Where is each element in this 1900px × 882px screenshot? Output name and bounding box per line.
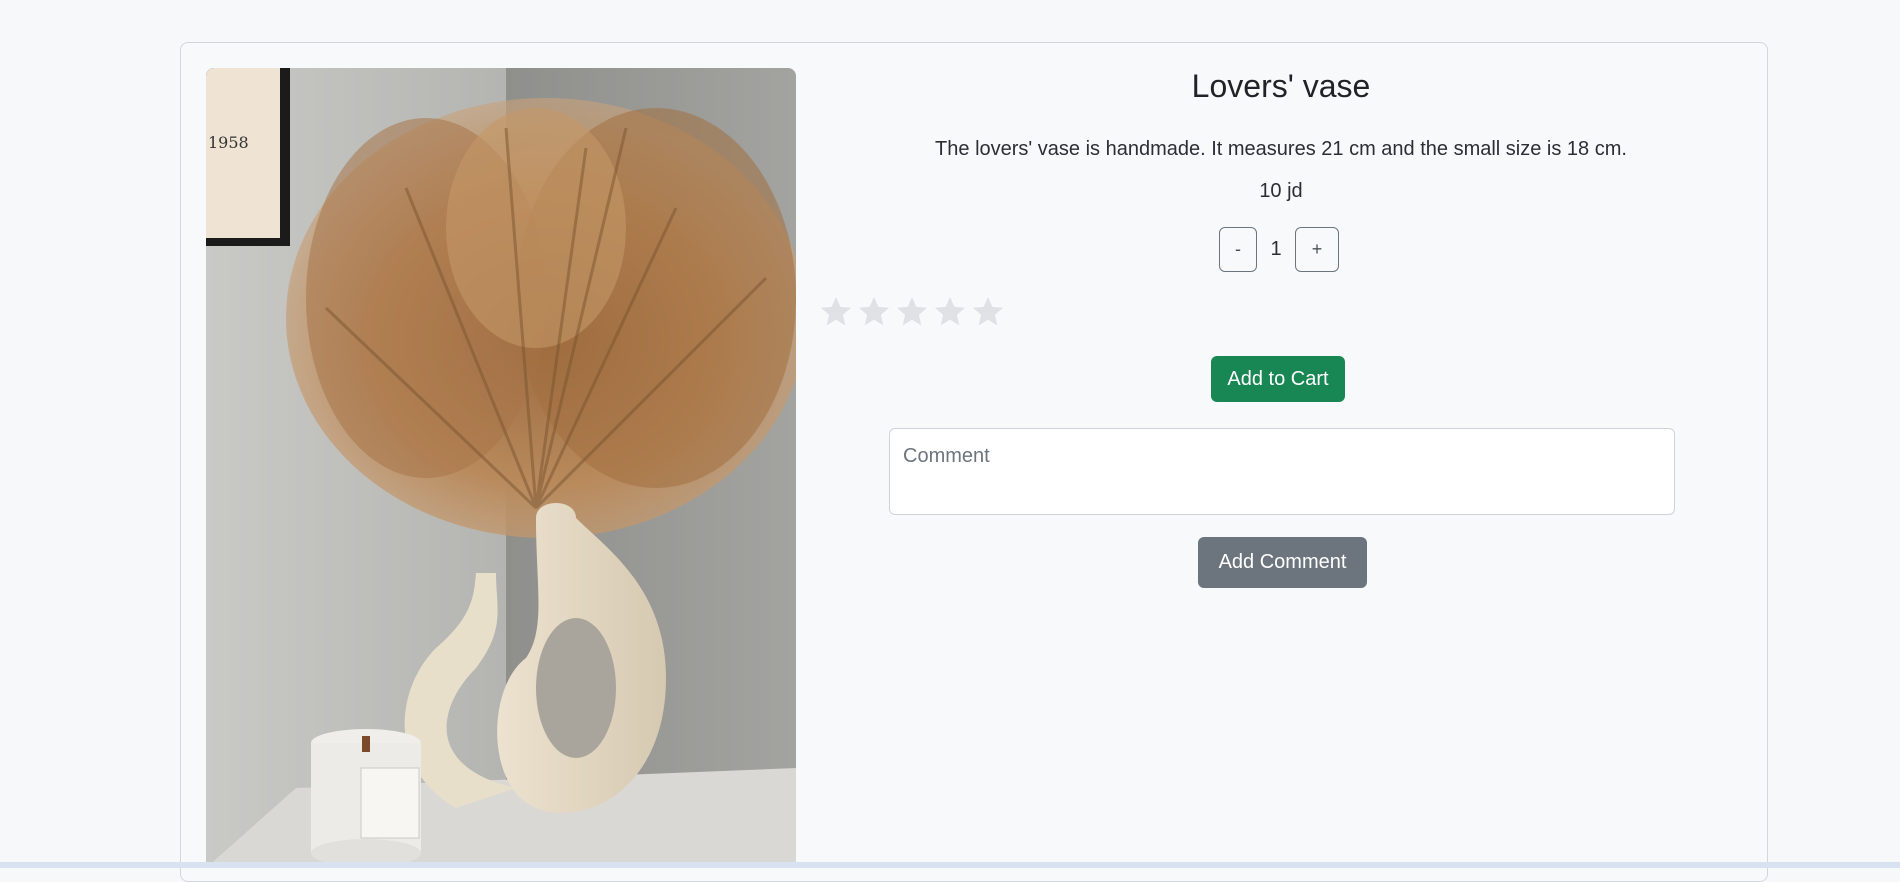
- bottom-edge: [0, 862, 1900, 868]
- product-price: 10 jd: [1259, 180, 1303, 202]
- decrement-button[interactable]: -: [1219, 227, 1257, 272]
- product-description: The lovers' vase is handmade. It measure…: [935, 138, 1627, 160]
- rating-stars: [818, 294, 1006, 330]
- add-comment-button[interactable]: Add Comment: [1198, 537, 1367, 588]
- star-icon[interactable]: [970, 294, 1006, 330]
- quantity-value: 1: [1270, 238, 1282, 260]
- star-icon[interactable]: [894, 294, 930, 330]
- product-title: Lovers' vase: [1191, 68, 1371, 104]
- product-image: 1958: [206, 68, 796, 868]
- add-to-cart-button[interactable]: Add to Cart: [1211, 356, 1345, 402]
- quantity-stepper: - 1 +: [1219, 227, 1339, 272]
- star-icon[interactable]: [856, 294, 892, 330]
- star-icon[interactable]: [932, 294, 968, 330]
- comment-input[interactable]: [889, 428, 1675, 515]
- increment-button[interactable]: +: [1295, 227, 1339, 272]
- frame-text: 1958: [208, 133, 249, 152]
- star-icon[interactable]: [818, 294, 854, 330]
